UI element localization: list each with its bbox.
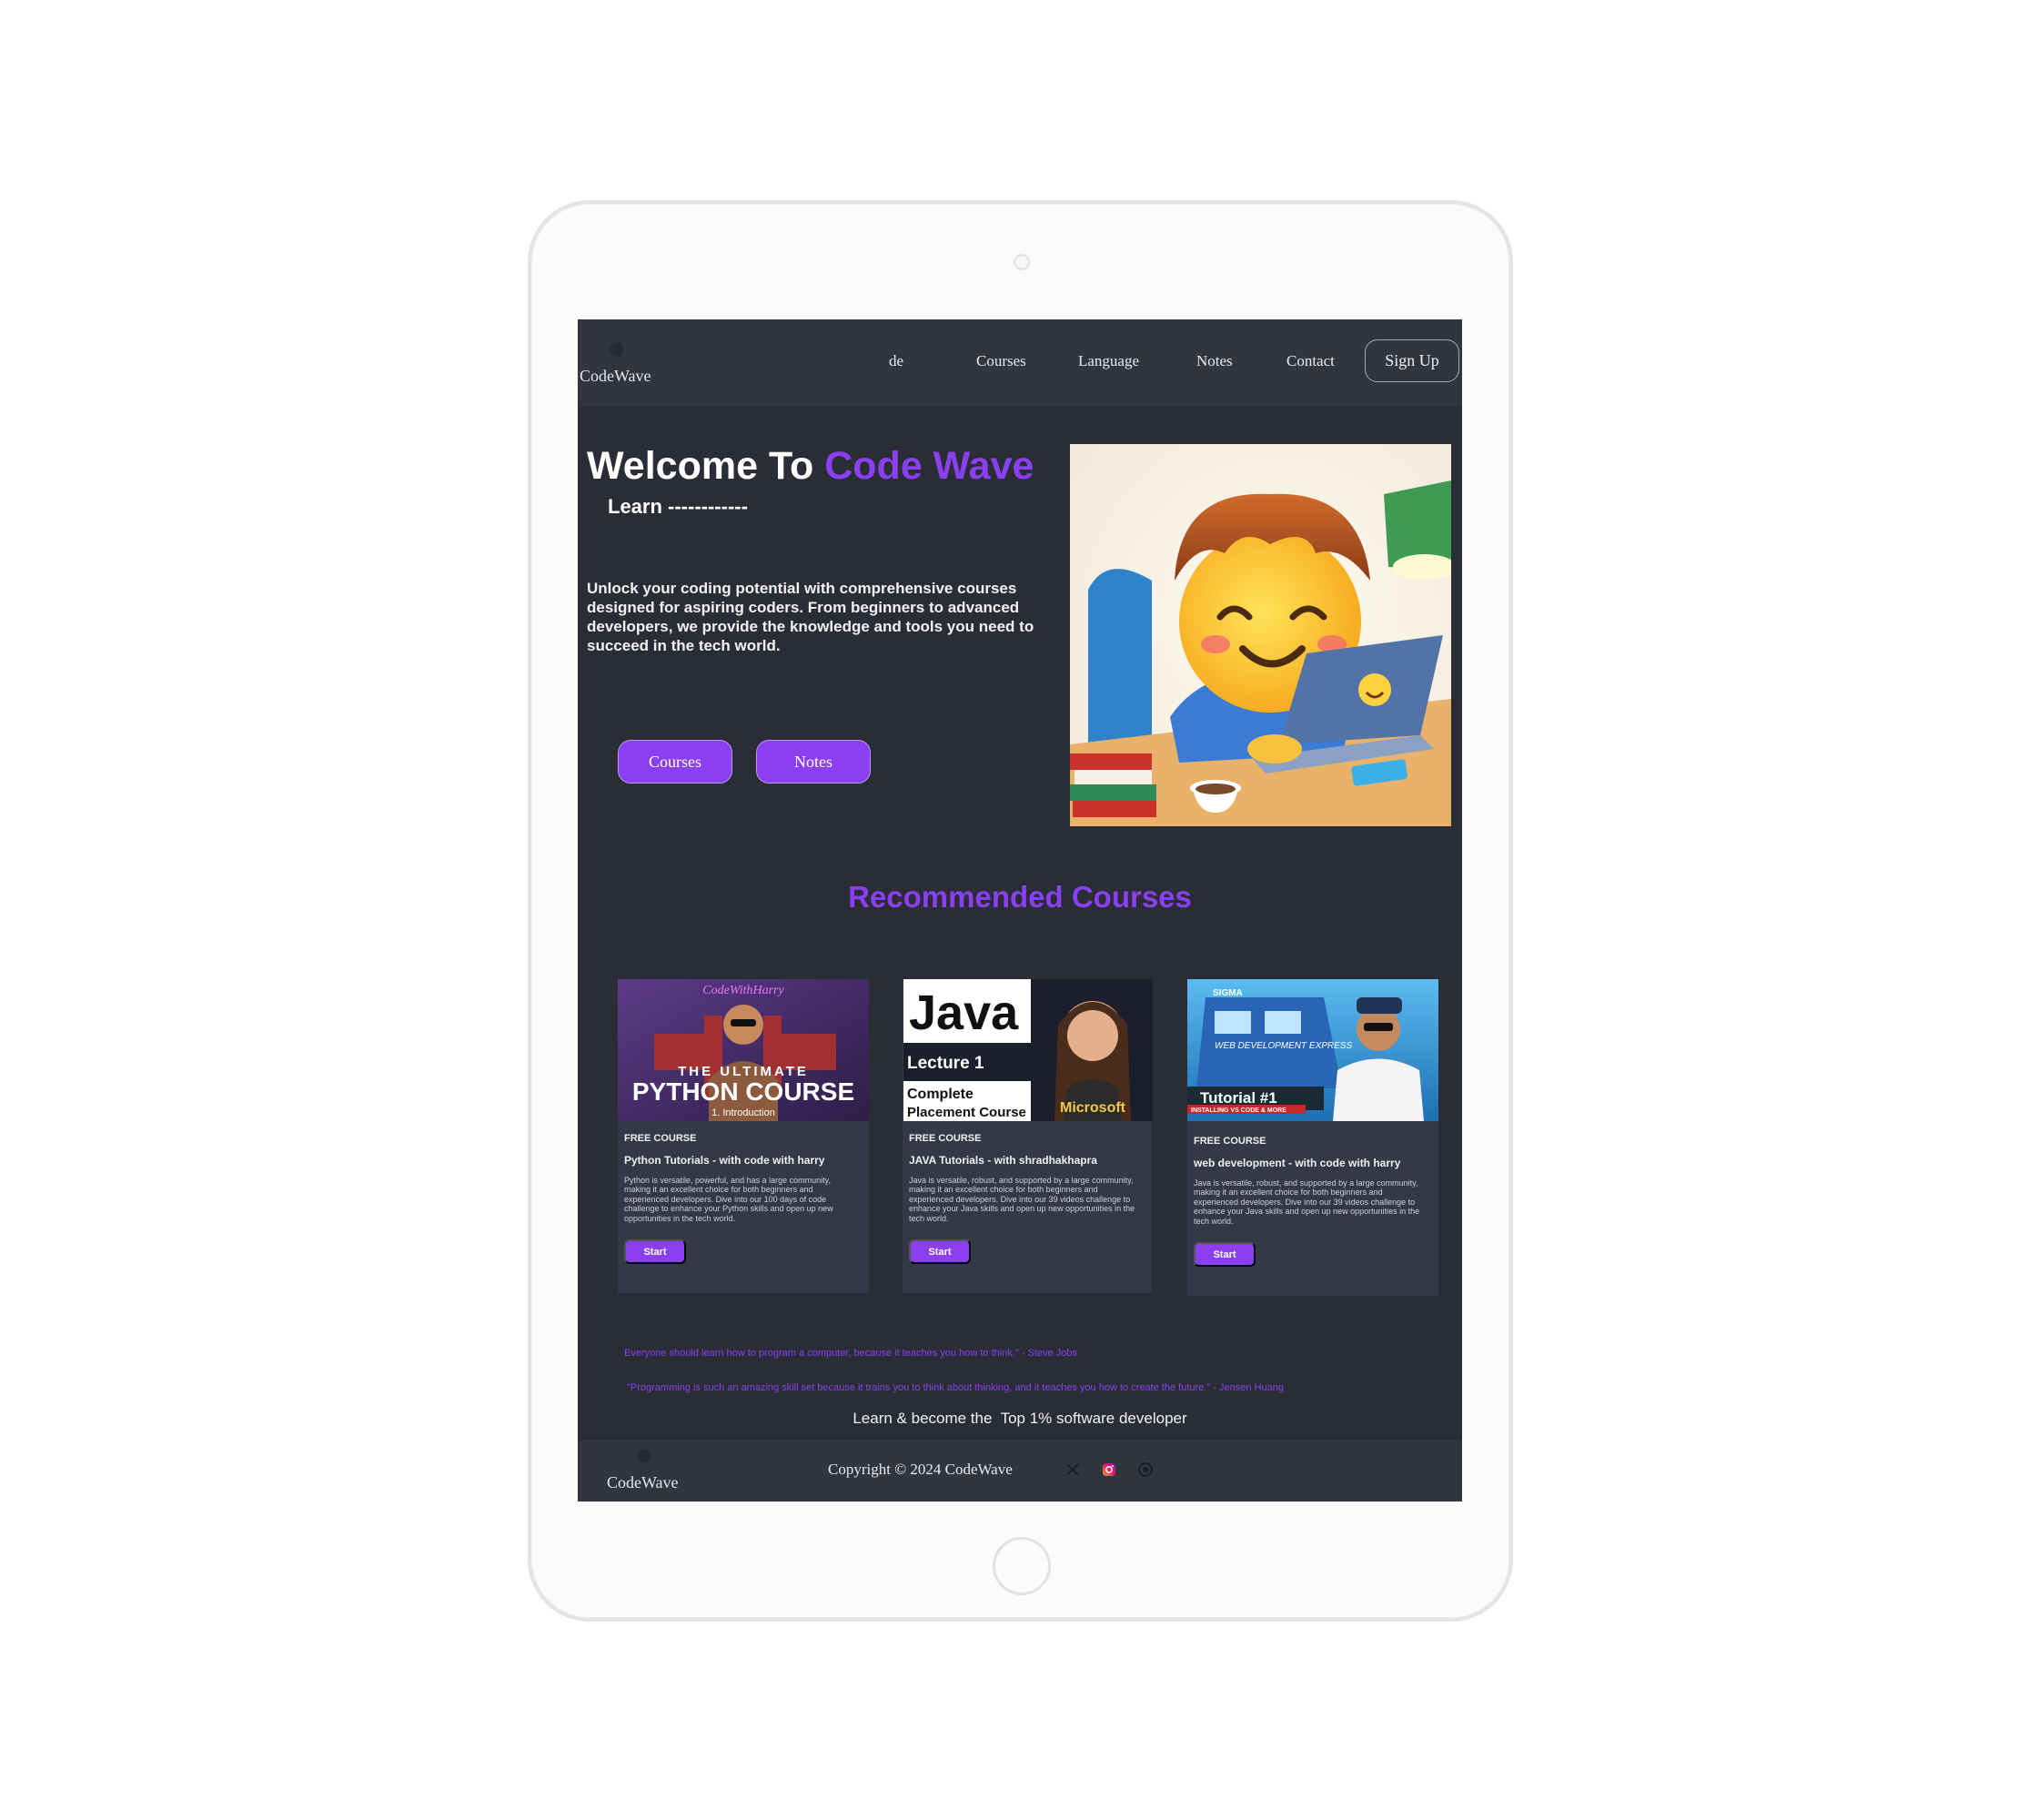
hero-courses-button[interactable]: Courses [618, 740, 732, 784]
card-tag: FREE COURSE [1194, 1136, 1266, 1147]
sign-up-button[interactable]: Sign Up [1365, 339, 1459, 382]
start-button-python[interactable]: Start [624, 1239, 686, 1264]
footer-logo-text: CodeWave [607, 1473, 679, 1491]
card-tag: FREE COURSE [624, 1133, 697, 1144]
card-description: Java is versatile, robust, and supported… [1194, 1178, 1420, 1226]
nav-link-de[interactable]: de [889, 352, 903, 370]
x-icon[interactable] [1065, 1462, 1080, 1477]
java-course-thumbnail: Java Lecture 1 Complete Placement Course… [903, 979, 1153, 1121]
card-tag: FREE COURSE [909, 1133, 982, 1144]
nav-link-courses[interactable]: Courses [976, 352, 1026, 370]
logo-icon [638, 1450, 651, 1462]
course-card-webdev[interactable]: SIGMA WEB DEVELOPMENT EXPRESS Tutorial #… [1187, 979, 1438, 1296]
python-thumb-top: CodeWithHarry [702, 984, 784, 997]
home-button[interactable] [993, 1537, 1051, 1595]
quote-jensen-huang: "Programming is such an amazing skill se… [627, 1382, 1284, 1393]
hero-title: Welcome To Code Wave [587, 444, 1034, 489]
start-button-webdev[interactable]: Start [1194, 1242, 1256, 1267]
python-thumb-line3: 1. Introduction [711, 1107, 775, 1118]
card-title: web development - with code with harry [1194, 1157, 1401, 1169]
java-thumb-line4: Placement Course [907, 1105, 1026, 1120]
tagline: Learn & become the Top 1% software devel… [853, 1410, 1187, 1427]
nav-link-contact[interactable]: Contact [1286, 352, 1335, 370]
instagram-icon[interactable] [1102, 1462, 1116, 1477]
python-course-thumbnail: CodeWithHarry THE ULTIMATE PYTHON COURSE… [618, 979, 869, 1121]
nav-link-language[interactable]: Language [1078, 352, 1139, 370]
java-thumb-line5: Microsoft [1060, 1100, 1126, 1116]
navbar: CodeWave de Courses Language Notes Conta… [578, 319, 1462, 407]
hero-notes-button[interactable]: Notes [756, 740, 871, 784]
camera-icon [1014, 254, 1030, 270]
card-title: Python Tutorials - with code with harry [624, 1154, 825, 1167]
logo-icon [610, 343, 623, 356]
quote-steve-jobs: Everyone should learn how to program a c… [624, 1348, 1077, 1359]
webdev-course-thumbnail: SIGMA WEB DEVELOPMENT EXPRESS Tutorial #… [1187, 979, 1438, 1121]
recommended-title: Recommended Courses [848, 880, 1192, 914]
card-title: JAVA Tutorials - with shradhakhapra [909, 1154, 1097, 1167]
hero-description: Unlock your coding potential with compre… [587, 580, 1034, 654]
hero-emoji-illustration [1070, 444, 1451, 826]
java-thumb-line2: Lecture 1 [907, 1054, 984, 1073]
java-thumb-line3: Complete [907, 1087, 974, 1102]
webdev-thumb-line4: INSTALLING VS CODE & MORE [1191, 1107, 1286, 1114]
webdev-thumb-line3: Tutorial #1 [1200, 1089, 1277, 1107]
logo-text: CodeWave [580, 367, 651, 385]
hero-learn-line: Learn ------------ [608, 495, 748, 518]
logo[interactable]: CodeWave [580, 343, 658, 389]
github-icon[interactable] [1138, 1462, 1153, 1477]
java-thumb-line1: Java [909, 986, 1019, 1040]
nav-link-notes[interactable]: Notes [1196, 352, 1233, 370]
footer-logo[interactable]: CodeWave [607, 1450, 689, 1495]
copyright: Copyright © 2024 CodeWave [828, 1461, 1013, 1478]
course-card-java[interactable]: Java Lecture 1 Complete Placement Course… [903, 979, 1153, 1293]
footer: CodeWave Copyright © 2024 CodeWave [578, 1441, 1462, 1502]
start-button-java[interactable]: Start [909, 1239, 971, 1264]
card-description: Java is versatile, robust, and supported… [909, 1176, 1135, 1223]
webdev-thumb-line1: SIGMA [1213, 988, 1243, 998]
card-description: Python is versatile, powerful, and has a… [624, 1176, 833, 1223]
webdev-thumb-line2: WEB DEVELOPMENT EXPRESS [1215, 1041, 1352, 1051]
web-page: CodeWave de Courses Language Notes Conta… [578, 319, 1462, 1502]
python-thumb-line2: PYTHON COURSE [632, 1077, 854, 1106]
hero-title-accent: Code Wave [824, 444, 1034, 488]
hero-title-plain: Welcome To [587, 444, 825, 488]
course-card-python[interactable]: CodeWithHarry THE ULTIMATE PYTHON COURSE… [618, 979, 869, 1293]
